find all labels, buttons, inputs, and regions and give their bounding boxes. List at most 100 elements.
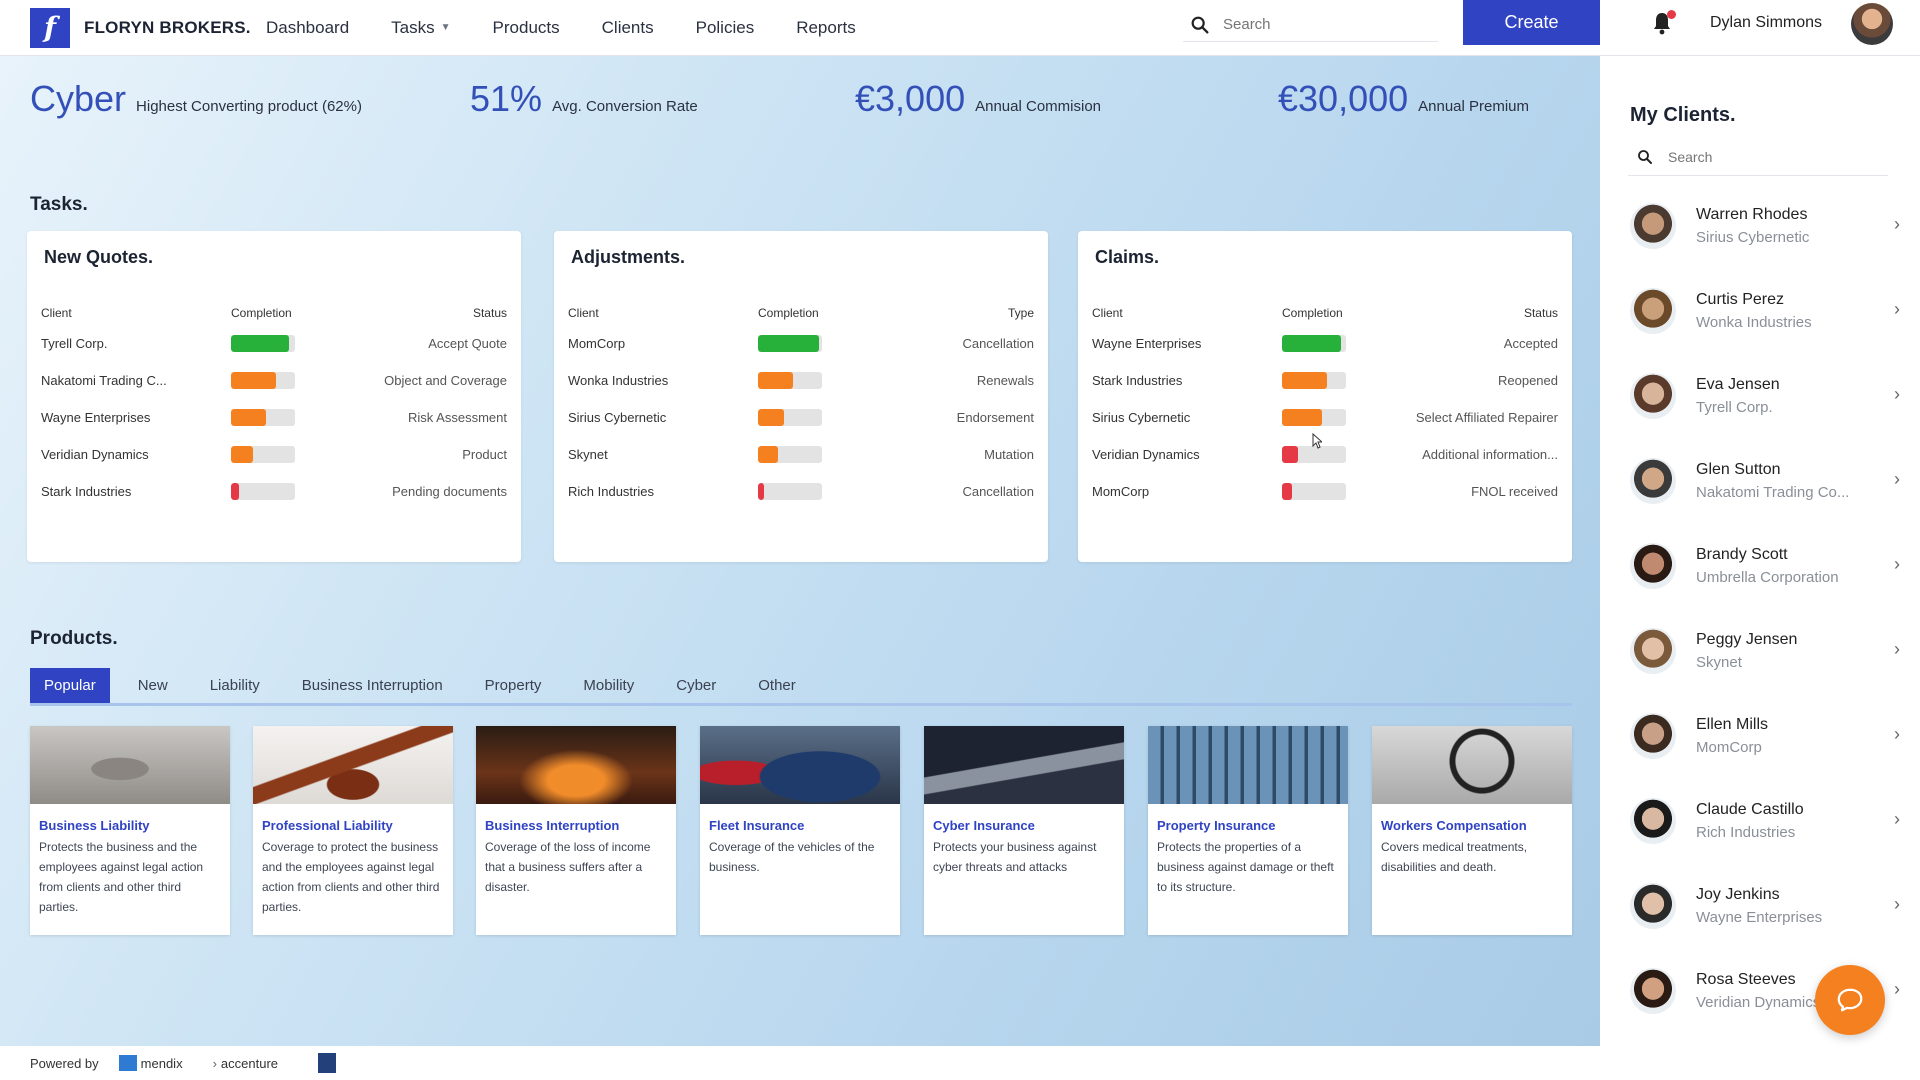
task-row[interactable]: Skynet Mutation	[568, 444, 1034, 464]
progress-fill	[231, 482, 239, 500]
nav-dashboard[interactable]: Dashboard	[266, 18, 349, 38]
tab-liability[interactable]: Liability	[196, 668, 274, 703]
product-description: Coverage of the vehicles of the business…	[709, 840, 875, 874]
chat-bubble-icon	[1837, 988, 1863, 1012]
client-name: Eva Jensen	[1696, 376, 1780, 393]
product-card[interactable]: Workers Compensation Covers medical treat…	[1372, 726, 1572, 935]
chat-button[interactable]	[1815, 965, 1885, 1035]
create-button[interactable]: Create	[1463, 0, 1600, 45]
nav-reports-label: Reports	[796, 17, 856, 37]
client-name: Claude Castillo	[1696, 801, 1804, 818]
client-list-item[interactable]: Brandy Scott Umbrella Corporation ›	[1630, 536, 1900, 596]
task-row[interactable]: Tyrell Corp. Accept Quote	[41, 333, 507, 353]
task-row[interactable]: Veridian Dynamics Product	[41, 444, 507, 464]
task-status: FNOL received	[1471, 483, 1558, 499]
progress-fill	[758, 445, 779, 463]
progress-bar	[758, 445, 822, 463]
progress-bar	[758, 334, 822, 352]
nav-products[interactable]: Products	[493, 18, 560, 38]
product-card[interactable]: Business Interruption Coverage of the los…	[476, 726, 676, 935]
task-row[interactable]: Sirius Cybernetic Endorsement	[568, 407, 1034, 427]
client-company: Sirius Cybernetic	[1696, 229, 1810, 246]
task-row[interactable]: Stark Industries Reopened	[1092, 370, 1558, 390]
client-list-item[interactable]: Joy Jenkins Wayne Enterprises ›	[1630, 876, 1900, 936]
product-card[interactable]: Cyber Insurance Protects your business ag…	[924, 726, 1124, 935]
client-text: Warren Rhodes Sirius Cybernetic	[1696, 206, 1876, 246]
task-row[interactable]: MomCorp Cancellation	[568, 333, 1034, 353]
progress-bar	[1282, 371, 1346, 389]
client-list-item[interactable]: Glen Sutton Nakatomi Trading Co... ›	[1630, 451, 1900, 511]
nav-policies[interactable]: Policies	[696, 18, 755, 38]
client-text: Peggy Jensen Skynet	[1696, 631, 1876, 671]
tab-cyber[interactable]: Cyber	[662, 668, 730, 703]
task-client: Sirius Cybernetic	[568, 409, 667, 425]
tab-mobility[interactable]: Mobility	[569, 668, 648, 703]
task-completion	[758, 445, 878, 463]
client-list-item[interactable]: Curtis Perez Wonka Industries ›	[1630, 281, 1900, 341]
powered-by-label: Powered by	[30, 1055, 99, 1071]
chevron-right-icon: ›	[1894, 214, 1900, 234]
tab-other[interactable]: Other	[744, 668, 810, 703]
task-row[interactable]: MomCorp FNOL received	[1092, 481, 1558, 501]
nav-clients[interactable]: Clients	[602, 18, 654, 38]
tab-popular[interactable]: Popular	[30, 668, 110, 703]
product-card[interactable]: Property Insurance Protects the propertie…	[1148, 726, 1348, 935]
user-name[interactable]: Dylan Simmons	[1710, 14, 1822, 32]
progress-bar	[1282, 334, 1346, 352]
client-name: Ellen Mills	[1696, 716, 1769, 733]
client-avatar	[1630, 458, 1676, 504]
tab-property[interactable]: Property	[471, 668, 556, 703]
client-list-item[interactable]: Peggy Jensen Skynet ›	[1630, 621, 1900, 681]
task-status: Risk Assessment	[408, 409, 507, 425]
nav-clients-label: Clients	[601, 17, 654, 37]
clients-search	[1628, 138, 1888, 176]
product-card[interactable]: Fleet Insurance Coverage of the vehicles …	[700, 726, 900, 935]
task-completion	[231, 482, 351, 500]
column-header: Completion	[1282, 306, 1343, 320]
task-row[interactable]: Nakatomi Trading C... Object and Coverage	[41, 370, 507, 390]
task-status: Accepted	[1503, 335, 1558, 351]
nav-reports[interactable]: Reports	[796, 18, 856, 38]
product-card[interactable]: Business Liability Protects the business …	[30, 726, 230, 935]
chevron-right-icon: ›	[1894, 724, 1900, 744]
task-status: Renewals	[976, 372, 1034, 388]
product-title: Professional Liability	[262, 818, 393, 833]
tab-business-interruption[interactable]: Business Interruption	[288, 668, 457, 703]
task-row[interactable]: Wayne Enterprises Risk Assessment	[41, 407, 507, 427]
progress-fill	[1282, 334, 1341, 352]
task-row[interactable]: Sirius Cybernetic Select Affiliated Repai…	[1092, 407, 1558, 427]
partner-logo-square	[318, 1053, 337, 1073]
task-row[interactable]: Wonka Industries Renewals	[568, 370, 1034, 390]
chevron-right-icon: ›	[1894, 639, 1900, 659]
client-text: Ellen Mills MomCorp	[1696, 716, 1876, 756]
client-avatar	[1630, 203, 1676, 249]
kpi-annual-premium: €30,000 Annual Premium	[1278, 78, 1529, 120]
gavel-image	[253, 726, 453, 804]
product-title: Workers Compensation	[1381, 818, 1527, 833]
task-row[interactable]: Stark Industries Pending documents	[41, 481, 507, 501]
tab-new[interactable]: New	[124, 668, 182, 703]
client-text: Glen Sutton Nakatomi Trading Co...	[1696, 461, 1876, 501]
task-card-claims: Claims. Client Completion Status Wayne Enter…	[1078, 231, 1572, 562]
chevron-right-icon: ›	[1894, 469, 1900, 489]
client-list-item[interactable]: Claude Castillo Rich Industries ›	[1630, 791, 1900, 851]
client-list-item[interactable]: Ellen Mills MomCorp ›	[1630, 706, 1900, 766]
clients-search-input[interactable]	[1668, 148, 1868, 165]
nav-tasks[interactable]: Tasks ▼	[391, 18, 450, 38]
product-card[interactable]: Professional Liability Coverage to protec…	[253, 726, 453, 935]
stethoscope-image	[1372, 726, 1572, 804]
notifications-button[interactable]	[1650, 10, 1676, 38]
user-avatar[interactable]	[1851, 3, 1893, 45]
brand-logo[interactable]: f	[30, 7, 70, 48]
column-header: Client	[568, 306, 599, 320]
client-list-item[interactable]: Warren Rhodes Sirius Cybernetic ›	[1630, 196, 1900, 256]
products-title: Products.	[30, 628, 118, 649]
column-header: Completion	[231, 306, 292, 320]
nav-tasks-label: Tasks	[391, 17, 435, 37]
task-row[interactable]: Rich Industries Cancellation	[568, 481, 1034, 501]
client-list-item[interactable]: Eva Jensen Tyrell Corp. ›	[1630, 366, 1900, 426]
global-search-input[interactable]	[1223, 16, 1423, 33]
buildings-image	[1148, 726, 1348, 804]
task-row[interactable]: Wayne Enterprises Accepted	[1092, 333, 1558, 353]
task-row[interactable]: Veridian Dynamics Additional information.…	[1092, 444, 1558, 464]
